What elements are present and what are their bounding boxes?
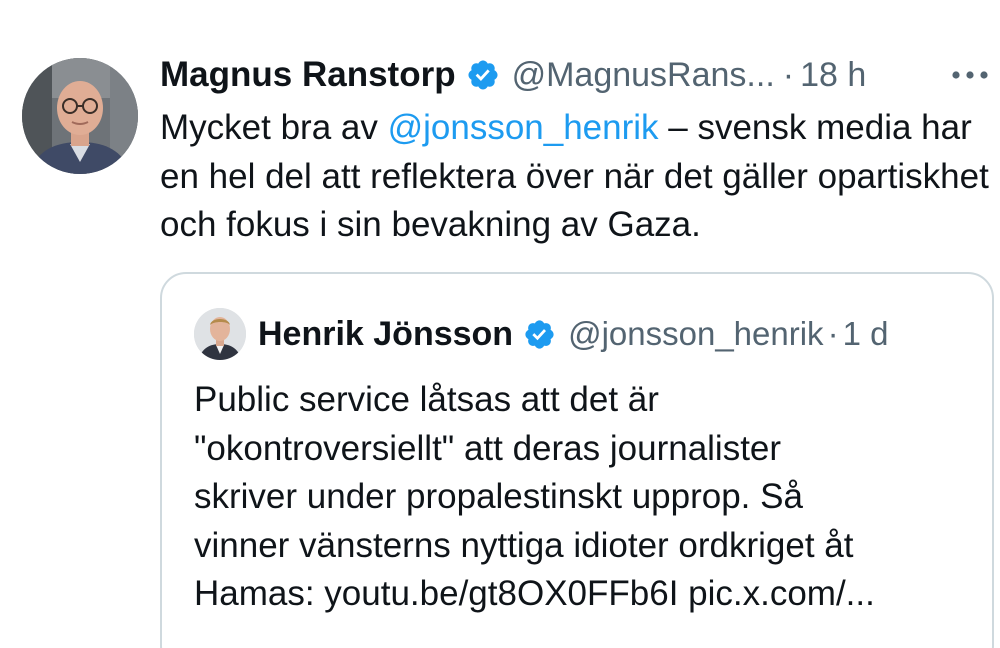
mention-link[interactable]: @jonsson_henrik: [388, 108, 659, 147]
tweet-time[interactable]: 18 h: [800, 56, 866, 95]
verified-badge-icon: [466, 58, 500, 92]
author-name[interactable]: Magnus Ranstorp: [160, 55, 456, 95]
tweet-header: Magnus Ranstorp @MagnusRans... · 18 h: [160, 50, 866, 100]
quoted-author-handle[interactable]: @jonsson_henrik: [568, 315, 823, 353]
quoted-author-name[interactable]: Henrik Jönsson: [258, 315, 513, 354]
quoted-tweet-header: Henrik Jönsson @jonsson_henrik · 1 d: [258, 308, 888, 360]
verified-badge-icon: [523, 318, 556, 351]
author-handle[interactable]: @MagnusRans...: [512, 56, 775, 95]
tweet-text-start: Mycket bra av: [160, 108, 388, 147]
quoted-header-separator: ·: [827, 315, 839, 352]
quoted-tweet-line: Public service låtsas att det är: [194, 380, 659, 419]
tweet[interactable]: Magnus Ranstorp @MagnusRans... · 18 h My…: [0, 0, 1000, 648]
quoted-tweet-text: Public service låtsas att det är "okontr…: [194, 376, 984, 619]
author-avatar[interactable]: [22, 58, 138, 174]
quoted-tweet[interactable]: Henrik Jönsson @jonsson_henrik · 1 d Pub…: [160, 272, 994, 648]
quoted-author-avatar[interactable]: [194, 308, 246, 360]
author-avatar-image: [22, 58, 138, 174]
quoted-tweet-line: vinner vänsterns nyttiga idioter ordkrig…: [194, 525, 854, 565]
header-separator: ·: [782, 55, 795, 94]
quoted-tweet-time[interactable]: 1 d: [843, 315, 889, 353]
more-options-icon[interactable]: [948, 62, 992, 88]
tweet-text: Mycket bra av @jonsson_henrik – svensk m…: [160, 104, 990, 250]
quoted-tweet-line: skriver under propalestinskt upprop. Så: [194, 477, 803, 516]
quoted-tweet-line: "okontroversiellt" att deras journaliste…: [194, 428, 782, 468]
quoted-author-avatar-image: [194, 308, 246, 360]
quoted-tweet-line: Hamas: youtu.be/gt8OX0FFb6I pic.x.com/..…: [194, 574, 875, 613]
